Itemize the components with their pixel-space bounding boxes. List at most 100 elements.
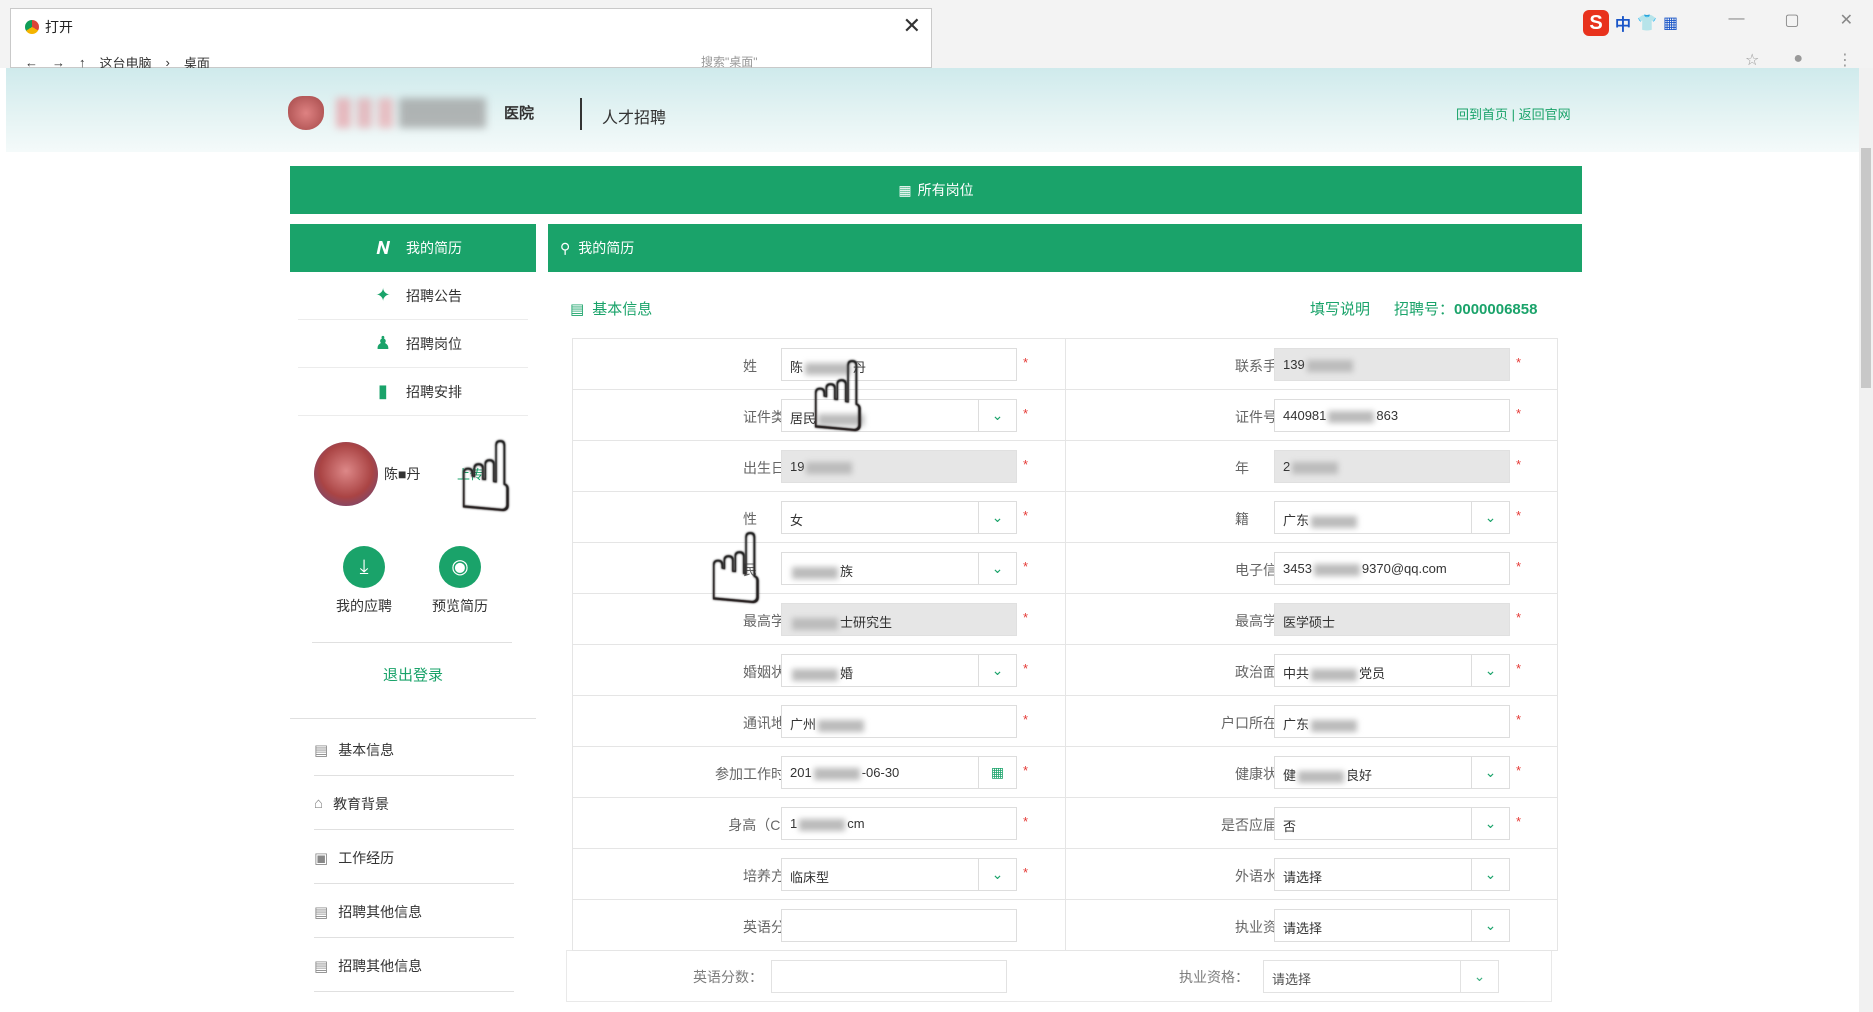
my-applications-button[interactable]: ⤓ 我的应聘 <box>314 546 414 616</box>
file-dialog-window: 打开 ✕ ← → ↑ 这台电脑 › 桌面 搜索"桌面" <box>10 8 932 71</box>
page-scrollbar[interactable] <box>1859 68 1873 1012</box>
form-cell: 身高（CM）： 1 cm * <box>573 798 1065 848</box>
select-field[interactable]: 中共 党员 ⌄ <box>1274 654 1510 687</box>
ime-mode[interactable]: 中 <box>1615 11 1631 35</box>
required-asterisk: * <box>1023 661 1029 676</box>
field-value: 女 <box>790 513 804 528</box>
text-field[interactable]: 1 cm <box>781 807 1017 840</box>
field-value: 健良好 <box>1283 768 1373 783</box>
form-cell: 通讯地址： 广州 * <box>573 696 1065 746</box>
sidebar-item-schedule[interactable]: ▮ 招聘安排 <box>298 368 528 416</box>
form-cell: 培养方式： 临床型 ⌄ * <box>573 849 1065 899</box>
subnav-basic-info[interactable]: ▤ 基本信息 <box>314 724 514 776</box>
ime-shirt-icon[interactable]: 👕 <box>1637 13 1657 33</box>
form-row: 姓 名：陈丹*联系手机：139* <box>573 339 1557 390</box>
subnav-work-experience[interactable]: ▣ 工作经历 <box>314 832 514 884</box>
minimize-icon[interactable]: — <box>1728 10 1744 30</box>
text-field[interactable]: 广州 <box>781 705 1017 738</box>
form-row: 通讯地址： 广州 * 户口所在地： 广东 * <box>573 696 1557 747</box>
select-field[interactable]: 广东 ⌄ <box>1274 501 1510 534</box>
dialog-title-text: 打开 <box>45 19 73 35</box>
ghost-english-score[interactable] <box>771 960 1007 993</box>
close-icon[interactable]: ✕ <box>903 13 921 39</box>
header-links[interactable]: 回到首页 | 返回官网 <box>1456 104 1571 123</box>
file-dialog-title: 打开 <box>25 17 73 37</box>
text-field[interactable]: 3453 9370@qq.com <box>1274 552 1510 585</box>
field-value: 广东 <box>1283 717 1359 732</box>
sogou-ime-icon[interactable]: S <box>1583 10 1609 36</box>
star-icon[interactable]: ☆ <box>1745 50 1759 70</box>
scrollbar-thumb[interactable] <box>1861 148 1871 388</box>
subnav-other-info[interactable]: ▤ 招聘其他信息 <box>314 886 514 938</box>
avatar[interactable] <box>314 442 378 506</box>
chevron-down-icon[interactable]: ⌄ <box>978 400 1016 431</box>
required-asterisk: * <box>1023 457 1029 472</box>
instructions-link[interactable]: 填写说明 <box>1310 298 1370 319</box>
briefcase-icon: ▣ <box>314 849 329 867</box>
select-field[interactable]: 女 ⌄ <box>781 501 1017 534</box>
extension-icon[interactable]: ● <box>1793 50 1803 70</box>
text-field[interactable]: 广东 <box>1274 705 1510 738</box>
calendar-icon[interactable]: ▦ <box>978 757 1016 788</box>
ghost-license-select[interactable]: 请选择 ⌄ <box>1263 960 1499 993</box>
date-field[interactable]: 201 -06-30 ▦ <box>781 756 1017 789</box>
field-value: 中共 党员 <box>1283 666 1386 681</box>
preview-resume-button[interactable]: ◉ 预览简历 <box>410 546 510 616</box>
ime-grid-icon[interactable]: ▦ <box>1663 13 1678 33</box>
text-field[interactable] <box>781 909 1017 942</box>
subnav-label: 教育背景 <box>333 795 390 812</box>
document-icon: ▤ <box>314 957 329 975</box>
chevron-down-icon[interactable]: ⌄ <box>1471 859 1509 890</box>
chrome-logo-icon <box>25 20 39 34</box>
field-value: 请选择 <box>1283 921 1323 936</box>
redacted-text <box>1311 515 1358 528</box>
form-cell: 证件号码： 440981 863 * <box>1065 390 1557 440</box>
person-icon: ♟ <box>374 333 392 353</box>
sidebar-item-my-resume[interactable]: 𝑵 我的简历 <box>290 224 536 272</box>
form-cell: 籍 贯： 广东 ⌄ * <box>1065 492 1557 542</box>
select-field[interactable]: 婚 ⌄ <box>781 654 1017 687</box>
chevron-down-icon[interactable]: ⌄ <box>1471 808 1509 839</box>
field-value: 医学硕士 <box>1283 615 1336 630</box>
field-value: 临床型 <box>790 870 830 885</box>
hand-cursor-icon: ☝ <box>808 342 868 452</box>
chevron-down-icon[interactable]: ⌄ <box>1471 502 1509 533</box>
eye-icon: ◉ <box>439 546 481 588</box>
select-field[interactable]: 请选择 ⌄ <box>1274 909 1510 942</box>
redacted-text <box>792 668 838 681</box>
chevron-down-icon[interactable]: ⌄ <box>1471 655 1509 686</box>
logout-link[interactable]: 退出登录 <box>290 664 536 685</box>
chevron-down-icon[interactable]: ⌄ <box>978 502 1016 533</box>
field-value: 广东 <box>1283 513 1359 528</box>
subnav-other-info-duplicate[interactable]: ▤ 招聘其他信息 <box>314 940 514 992</box>
chevron-down-icon[interactable]: ⌄ <box>978 859 1016 890</box>
subnav-label: 工作经历 <box>338 849 395 866</box>
form-cell: 外语水平： 请选择 ⌄ <box>1065 849 1557 899</box>
required-asterisk: * <box>1023 406 1029 421</box>
subnav-education[interactable]: ⌂ 教育背景 <box>314 778 514 830</box>
form-cell: 电子信箱： 3453 9370@qq.com * <box>1065 543 1557 593</box>
window-close-icon[interactable]: ✕ <box>1840 10 1853 30</box>
select-field[interactable]: 临床型 ⌄ <box>781 858 1017 891</box>
select-field[interactable]: 请选择 ⌄ <box>1274 858 1510 891</box>
sidebar-item-positions[interactable]: ♟ 招聘岗位 <box>298 320 528 368</box>
resume-icon: 𝑵 <box>376 237 390 258</box>
chevron-down-icon[interactable]: ⌄ <box>978 553 1016 584</box>
chevron-down-icon[interactable]: ⌄ <box>1471 757 1509 788</box>
chevron-down-icon[interactable]: ⌄ <box>978 655 1016 686</box>
chevron-down-icon[interactable]: ⌄ <box>1471 910 1509 941</box>
text-field[interactable]: 440981 863 <box>1274 399 1510 432</box>
all-positions-nav[interactable]: ▦ 所有岗位 <box>290 166 1582 214</box>
form-row: 英语分数： 执业资格： 请选择 ⌄ <box>573 900 1557 951</box>
form-row: 出生日期： 19 * 年 龄： 2 * <box>573 441 1557 492</box>
form-header-right: 填写说明 招聘号：0000006858 <box>1310 298 1537 319</box>
select-field[interactable]: 族 ⌄ <box>781 552 1017 585</box>
required-asterisk: * <box>1023 865 1029 880</box>
text-field: 139 <box>1274 348 1510 381</box>
select-field[interactable]: 健良好 ⌄ <box>1274 756 1510 789</box>
menu-icon[interactable]: ⋮ <box>1837 50 1853 70</box>
sidebar-item-announcements[interactable]: ✦ 招聘公告 <box>298 272 528 320</box>
maximize-icon[interactable]: ▢ <box>1784 10 1799 30</box>
select-field[interactable]: 否 ⌄ <box>1274 807 1510 840</box>
site-header: 医院 人才招聘 回到首页 | 返回官网 <box>6 68 1866 152</box>
